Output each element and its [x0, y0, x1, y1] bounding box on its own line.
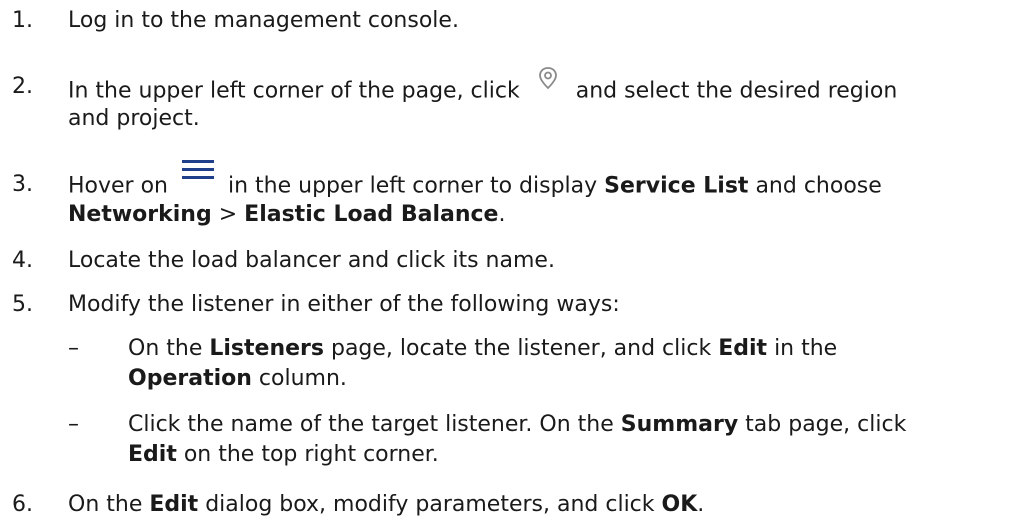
sub-bullet: – — [68, 412, 79, 437]
step-number: 3. — [12, 172, 33, 197]
step-number: 5. — [12, 292, 33, 317]
step-text: Modify the listener in either of the fol… — [68, 292, 620, 317]
step-text: Hover on in the upper left corner to dis… — [68, 160, 882, 203]
sub-step-text-continued: Edit on the top right corner. — [128, 442, 439, 467]
step-text: Locate the load balancer and click its n… — [68, 248, 555, 273]
sub-step-text-continued: Operation column. — [128, 366, 347, 391]
step-number: 6. — [12, 492, 33, 517]
step-number: 4. — [12, 248, 33, 273]
step-number: 1. — [12, 8, 33, 33]
menu-icon — [181, 158, 215, 191]
sub-bullet: – — [68, 336, 79, 361]
sub-step-text: On the Listeners page, locate the listen… — [128, 336, 838, 361]
step-text-continued: Networking > Elastic Load Balance. — [68, 202, 506, 227]
sub-step-text: Click the name of the target listener. O… — [128, 412, 907, 437]
location-pin-icon — [533, 64, 563, 103]
step-text: On the Edit dialog box, modify parameter… — [68, 492, 705, 517]
step-text: Log in to the management console. — [68, 8, 459, 33]
step-number: 2. — [12, 74, 33, 99]
step-text-continued: and project. — [68, 106, 200, 131]
